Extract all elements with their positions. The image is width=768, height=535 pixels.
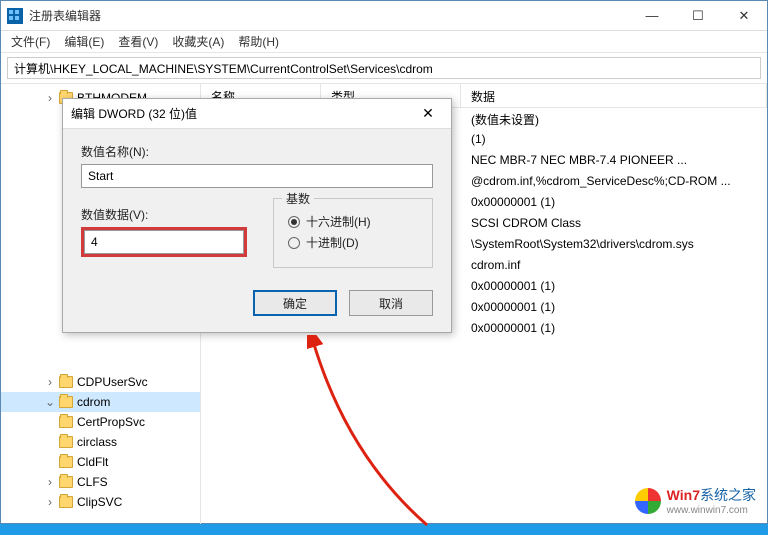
address-input[interactable]	[7, 57, 761, 79]
chevron-right-icon[interactable]: ›	[45, 91, 55, 105]
radio-icon	[288, 237, 300, 249]
name-label: 数值名称(N):	[81, 143, 433, 160]
tree-label[interactable]: circlass	[77, 435, 117, 449]
menu-edit[interactable]: 编辑(E)	[64, 33, 104, 50]
value-label: 数值数据(V):	[81, 206, 247, 223]
base-label: 基数	[282, 190, 314, 207]
list-row[interactable]: (1)	[461, 129, 767, 150]
chevron-right-icon[interactable]: ›	[45, 495, 55, 509]
minimize-button[interactable]: —	[629, 1, 675, 31]
value-input[interactable]	[84, 230, 244, 254]
edit-dword-dialog: 编辑 DWORD (32 位)值 ✕ 数值名称(N): 数值数据(V): 基数 …	[62, 98, 452, 333]
tree-node: CldFlt	[1, 452, 200, 472]
list-row[interactable]: \SystemRoot\System32\drivers\cdrom.sys	[461, 234, 767, 255]
folder-icon	[59, 456, 73, 468]
tree-label[interactable]: CLFS	[77, 475, 108, 489]
address-bar	[1, 53, 767, 84]
dialog-titlebar[interactable]: 编辑 DWORD (32 位)值 ✕	[63, 99, 451, 129]
menu-favorites[interactable]: 收藏夹(A)	[172, 33, 224, 50]
radio-hex[interactable]: 十六进制(H)	[288, 213, 418, 230]
folder-icon	[59, 496, 73, 508]
dialog-title: 编辑 DWORD (32 位)值	[71, 105, 413, 122]
close-button[interactable]: ✕	[721, 1, 767, 31]
name-input[interactable]	[81, 164, 433, 188]
radio-dec[interactable]: 十进制(D)	[288, 234, 418, 251]
list-row[interactable]: cdrom.inf	[461, 255, 767, 276]
tree-label[interactable]: CDPUserSvc	[77, 375, 148, 389]
cancel-button[interactable]: 取消	[349, 290, 433, 316]
base-group: 基数 十六进制(H) 十进制(D)	[273, 198, 433, 268]
tree-node: › CLFS	[1, 472, 200, 492]
tree-label[interactable]: ClipSVC	[77, 495, 122, 509]
list-row[interactable]: (数值未设置)	[461, 108, 767, 129]
tree-node: CertPropSvc	[1, 412, 200, 432]
folder-icon	[59, 476, 73, 488]
menu-help[interactable]: 帮助(H)	[238, 33, 279, 50]
folder-icon	[59, 416, 73, 428]
list-row[interactable]: 0x00000001 (1)	[461, 192, 767, 213]
maximize-button[interactable]: ☐	[675, 1, 721, 31]
tree-label[interactable]: cdrom	[77, 395, 110, 409]
list-row[interactable]: 0x00000001 (1)	[461, 276, 767, 297]
menu-view[interactable]: 查看(V)	[118, 33, 158, 50]
ok-button[interactable]: 确定	[253, 290, 337, 316]
folder-icon	[59, 396, 73, 408]
folder-icon	[59, 436, 73, 448]
chevron-right-icon[interactable]: ›	[45, 475, 55, 489]
list-row[interactable]: 0x00000001 (1)	[461, 318, 767, 339]
titlebar[interactable]: 注册表编辑器 — ☐ ✕	[1, 1, 767, 31]
tree-label[interactable]: CldFlt	[77, 455, 108, 469]
list-row[interactable]: SCSI CDROM Class	[461, 213, 767, 234]
tree-label[interactable]: CertPropSvc	[77, 415, 145, 429]
tree-node: › CDPUserSvc	[1, 372, 200, 392]
col-data[interactable]: 数据	[461, 84, 767, 107]
tree-node: › ClipSVC	[1, 492, 200, 512]
list-row[interactable]: NEC MBR-7 NEC MBR-7.4 PIONEER ...	[461, 150, 767, 171]
tree-node: circlass	[1, 432, 200, 452]
chevron-down-icon[interactable]: ⌄	[45, 395, 55, 409]
menu-file[interactable]: 文件(F)	[11, 33, 50, 50]
window-title: 注册表编辑器	[29, 7, 629, 24]
dialog-close-button[interactable]: ✕	[413, 105, 443, 122]
chevron-right-icon[interactable]: ›	[45, 375, 55, 389]
list-row[interactable]: 0x00000001 (1)	[461, 297, 767, 318]
value-highlight	[81, 227, 247, 257]
folder-icon	[59, 376, 73, 388]
watermark-logo-icon	[635, 488, 661, 514]
radio-icon	[288, 216, 300, 228]
menubar: 文件(F) 编辑(E) 查看(V) 收藏夹(A) 帮助(H)	[1, 31, 767, 53]
tree-node-selected: ⌄ cdrom	[1, 392, 200, 412]
app-icon	[7, 8, 23, 24]
watermark: Win7系统之家 www.winwin7.com	[635, 485, 756, 516]
list-row[interactable]: @cdrom.inf,%cdrom_ServiceDesc%;CD-ROM ..…	[461, 171, 767, 192]
